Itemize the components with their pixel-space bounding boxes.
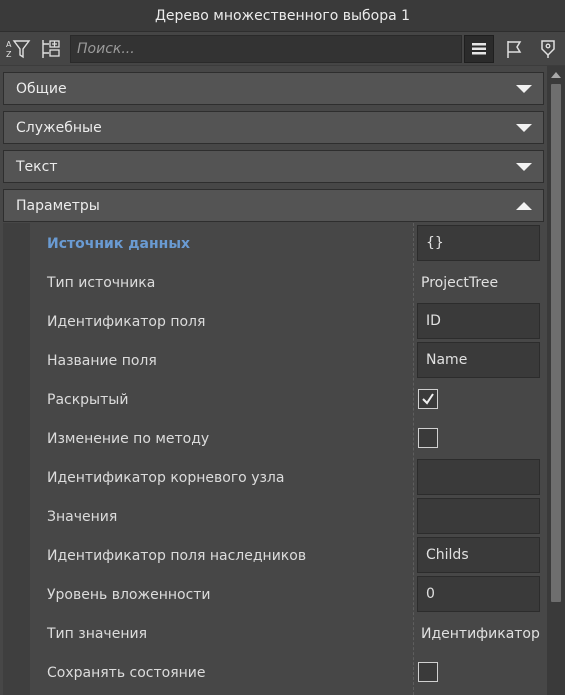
chevron-down-icon bbox=[516, 85, 532, 93]
list-view-button[interactable] bbox=[464, 35, 494, 63]
section-label: Общие bbox=[16, 80, 67, 97]
prop-label-change-by-method: Изменение по методу bbox=[47, 431, 210, 447]
section-general[interactable]: Общие bbox=[3, 72, 544, 105]
search-input[interactable]: Поиск... bbox=[70, 35, 462, 63]
sort-filter-button[interactable]: A Z bbox=[3, 35, 33, 63]
checkmark-icon bbox=[422, 393, 434, 405]
column-divider[interactable] bbox=[413, 223, 414, 695]
expand-tree-button[interactable] bbox=[36, 35, 66, 63]
root-node-id-input[interactable] bbox=[417, 459, 540, 495]
prop-label-children-field-id: Идентификатор поля наследников bbox=[47, 548, 307, 564]
section-label: Служебные bbox=[16, 119, 102, 136]
save-state-checkbox[interactable] bbox=[418, 662, 438, 682]
section-label: Параметры bbox=[16, 197, 100, 214]
prop-label-save-state: Сохранять состояние bbox=[47, 665, 206, 681]
nesting-level-input[interactable]: 0 bbox=[417, 576, 540, 612]
prop-label-values: Значения bbox=[47, 509, 118, 525]
svg-text:Z: Z bbox=[6, 50, 12, 59]
prop-label-root-node-id: Идентификатор корневого узла bbox=[47, 470, 285, 486]
prop-label-source-type: Тип источника bbox=[47, 275, 156, 291]
prop-label-field-name: Название поля bbox=[47, 353, 157, 369]
sort-az-icon: A Z bbox=[5, 38, 31, 60]
children-field-id-input[interactable]: Childs bbox=[417, 537, 540, 573]
scrollbar-thumb[interactable] bbox=[551, 84, 561, 602]
list-view-icon bbox=[471, 41, 487, 57]
chevron-down-icon bbox=[516, 124, 532, 132]
section-text[interactable]: Текст bbox=[3, 150, 544, 183]
vertical-scrollbar[interactable] bbox=[547, 66, 565, 695]
chevron-up-icon bbox=[516, 202, 532, 210]
section-service[interactable]: Служебные bbox=[3, 111, 544, 144]
field-id-input[interactable]: ID bbox=[417, 303, 540, 339]
prop-label-data-source: Источник данных bbox=[47, 236, 191, 252]
value-type-value[interactable]: Идентификатор bbox=[421, 624, 540, 644]
scroll-up-icon[interactable] bbox=[551, 72, 561, 78]
prop-label-expanded: Раскрытый bbox=[47, 392, 129, 408]
source-type-value[interactable]: ProjectTree bbox=[421, 273, 498, 293]
toolbar: A Z Поиск... bbox=[0, 31, 565, 65]
section-label: Текст bbox=[16, 158, 58, 175]
values-input[interactable] bbox=[417, 498, 540, 534]
chevron-down-icon bbox=[516, 163, 532, 171]
tag-icon bbox=[539, 39, 557, 59]
expand-tree-icon bbox=[39, 38, 63, 60]
tag-button[interactable] bbox=[533, 35, 563, 63]
data-source-input[interactable]: {} bbox=[417, 225, 540, 261]
prop-label-nesting-level: Уровень вложенности bbox=[47, 587, 211, 603]
section-parameters[interactable]: Параметры bbox=[3, 189, 544, 222]
prop-label-field-id: Идентификатор поля bbox=[47, 314, 206, 330]
flag-icon bbox=[505, 39, 523, 59]
indent-gutter bbox=[3, 223, 30, 695]
change-by-method-checkbox[interactable] bbox=[418, 428, 438, 448]
svg-text:A: A bbox=[6, 40, 12, 49]
field-name-input[interactable]: Name bbox=[417, 342, 540, 378]
window-title: Дерево множественного выбора 1 bbox=[0, 0, 565, 31]
prop-label-value-type: Тип значения bbox=[47, 626, 147, 642]
flag-button[interactable] bbox=[499, 35, 529, 63]
expanded-checkbox[interactable] bbox=[418, 389, 438, 409]
